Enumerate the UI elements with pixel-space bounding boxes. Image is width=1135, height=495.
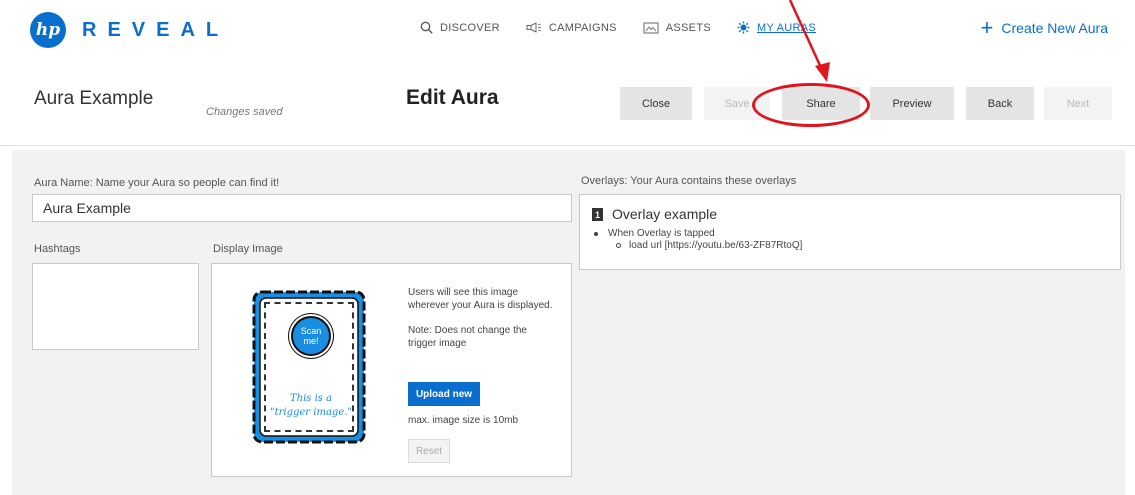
upload-new-button[interactable]: Upload new: [408, 382, 480, 406]
nav-label: CAMPAIGNS: [548, 21, 617, 34]
overlays-list: 1 Overlay example When Overlay is tapped…: [579, 194, 1121, 270]
create-new-aura-link[interactable]: + Create New Aura: [980, 15, 1108, 40]
display-image-box: Scan me! This is a "trigger image." User…: [211, 263, 572, 477]
trigger-image-content: Scan me! This is a "trigger image.": [264, 302, 354, 432]
overlay-trigger-text: When Overlay is tapped: [608, 228, 715, 239]
brand-name[interactable]: REVEAL: [82, 19, 229, 42]
aura-title: Aura Example: [34, 88, 154, 109]
search-icon: [420, 21, 433, 34]
display-note-text: Note: Does not change the trigger image: [408, 325, 527, 349]
create-new-aura-label: Create New Aura: [1001, 20, 1108, 36]
main-nav: DISCOVER CAMPAIGNS ASSETS MY AURAS: [420, 21, 816, 34]
overlays-label: Overlays: Your Aura contains these overl…: [581, 175, 797, 187]
bullet-icon: [594, 231, 598, 236]
nav-item-assets[interactable]: ASSETS: [643, 21, 711, 34]
image-icon: [643, 22, 659, 33]
aura-icon: [737, 21, 750, 34]
overlay-title[interactable]: Overlay example: [612, 206, 717, 222]
hashtags-label: Hashtags: [34, 243, 81, 255]
aura-name-label: Aura Name: Name your Aura so people can …: [34, 177, 280, 189]
top-navigation: hp REVEAL DISCOVER CAMPAIGNS ASSETS MY A…: [0, 0, 1135, 64]
scan-me-badge: Scan me!: [291, 316, 331, 356]
back-button[interactable]: Back: [966, 87, 1034, 120]
save-status: Changes saved: [206, 106, 283, 118]
max-size-text: max. image size is 10mb: [408, 415, 519, 426]
display-image-thumbnail: Scan me! This is a "trigger image.": [248, 286, 370, 448]
edit-header: Aura Example Changes saved Edit Aura Clo…: [0, 64, 1135, 146]
page-title: Edit Aura: [406, 86, 499, 109]
close-button[interactable]: Close: [620, 87, 692, 120]
display-image-label: Display Image: [213, 243, 283, 255]
reset-button[interactable]: Reset: [408, 439, 450, 463]
hp-logo[interactable]: hp: [30, 12, 66, 48]
overlay-number-badge: 1: [592, 208, 603, 221]
overlay-trigger: When Overlay is tapped: [594, 228, 715, 239]
nav-label: ASSETS: [665, 21, 711, 34]
megaphone-icon: [526, 21, 542, 33]
edit-aura-panel: Aura Name: Name your Aura so people can …: [12, 150, 1125, 495]
nav-item-campaigns[interactable]: CAMPAIGNS: [526, 21, 617, 34]
overlay-action-text: load url [https://youtu.be/63-ZF87RtoQ]: [629, 240, 803, 251]
trigger-image-caption: This is a "trigger image.": [268, 392, 354, 420]
preview-button[interactable]: Preview: [870, 87, 954, 120]
callout-ellipse: [752, 83, 870, 127]
overlay-action: load url [https://youtu.be/63-ZF87RtoQ]: [616, 240, 802, 251]
nav-item-discover[interactable]: DISCOVER: [420, 21, 500, 34]
hashtags-input[interactable]: [32, 263, 199, 350]
aura-name-input[interactable]: [32, 194, 572, 222]
nav-label: DISCOVER: [440, 21, 500, 34]
callout-arrow-icon: [788, 0, 830, 82]
sub-bullet-icon: [616, 243, 621, 248]
next-button[interactable]: Next: [1044, 87, 1112, 120]
display-info-text: Users will see this image wherever your …: [408, 287, 553, 311]
caption-line-2: "trigger image.": [269, 407, 353, 418]
plus-icon: +: [980, 15, 994, 40]
caption-line-1: This is a: [289, 393, 333, 404]
display-image-info: Users will see this image wherever your …: [408, 286, 558, 350]
